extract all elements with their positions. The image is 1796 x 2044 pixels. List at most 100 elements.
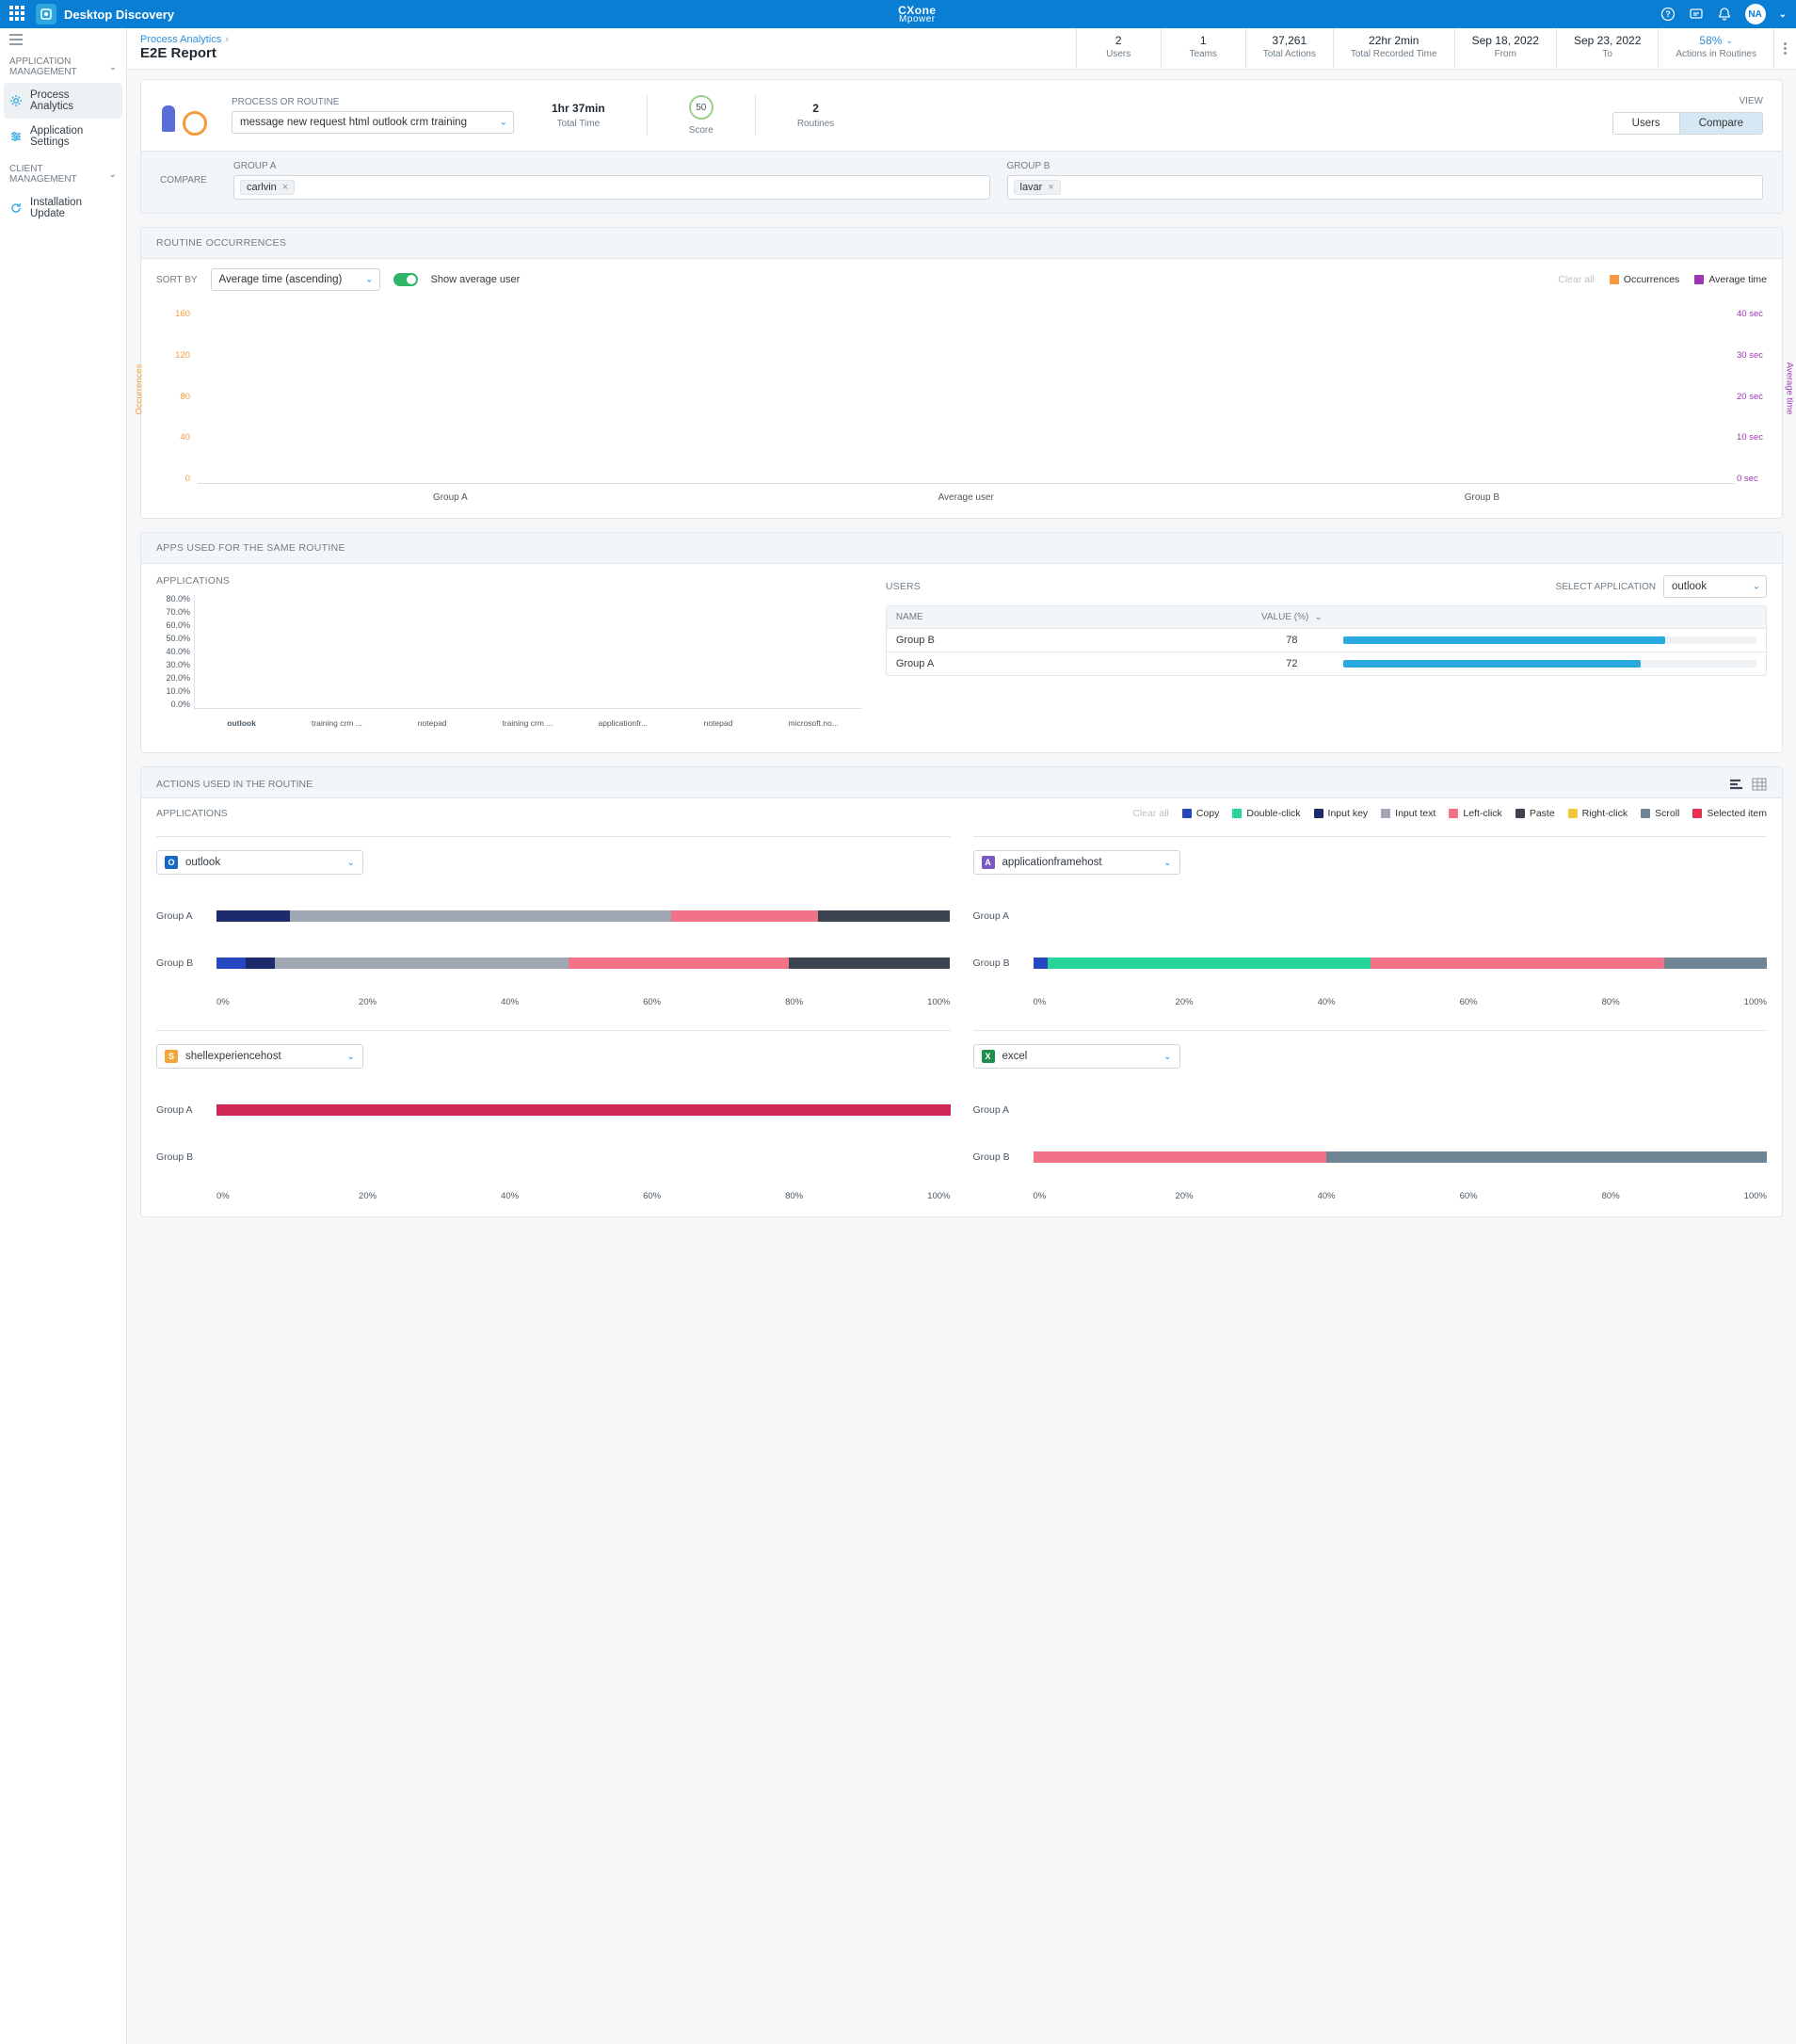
stack-row: Group B: [973, 958, 1768, 969]
summary-stat: 2Users: [1076, 28, 1161, 69]
legend-item[interactable]: Right-click: [1568, 808, 1628, 819]
users-table: NAME VALUE (%)⌄ Group B78Group A72: [886, 605, 1767, 676]
apps-used-card: APPS USED FOR THE SAME ROUTINE APPLICATI…: [140, 532, 1783, 753]
show-average-user-toggle[interactable]: [393, 273, 418, 286]
app-launcher-icon[interactable]: [9, 6, 26, 23]
app-title: Desktop Discovery: [64, 8, 174, 22]
app-select[interactable]: S shellexperiencehost ⌄: [156, 1044, 363, 1069]
summary-stat: Sep 23, 2022To: [1556, 28, 1658, 69]
user-avatar[interactable]: NA: [1745, 4, 1766, 24]
bar-chart-view-icon[interactable]: [1729, 777, 1744, 792]
sidebar-section-header[interactable]: CLIENT MANAGEMENT⌄: [0, 154, 126, 190]
sidebar-section-header[interactable]: APPLICATION MANAGEMENT⌄: [0, 47, 126, 83]
view-compare-button[interactable]: Compare: [1679, 113, 1762, 134]
toggle-label: Show average user: [431, 274, 521, 285]
stack-row: Group B: [973, 1151, 1768, 1163]
legend-item[interactable]: Double-click: [1232, 808, 1300, 819]
sidebar-item-label: Process Analytics: [30, 89, 113, 112]
feedback-icon[interactable]: [1689, 7, 1704, 22]
action-app-panel: A applicationframehost ⌄ Group AGroup B …: [973, 836, 1768, 1007]
illustration: [160, 96, 207, 136]
summary-stat: 22hr 2minTotal Recorded Time: [1333, 28, 1454, 69]
stat-routines: 2 Routines: [784, 102, 847, 129]
group-a-input[interactable]: carlvin×: [233, 175, 990, 200]
summary-stat: Sep 18, 2022From: [1454, 28, 1556, 69]
selector-card: PROCESS OR ROUTINE message new request h…: [140, 79, 1783, 214]
app-select[interactable]: A applicationframehost ⌄: [973, 850, 1180, 875]
col-name: NAME: [896, 612, 1241, 622]
remove-chip-icon[interactable]: ×: [282, 182, 288, 193]
routine-occurrences-card: ROUTINE OCCURRENCES SORT BY Average time…: [140, 227, 1783, 519]
action-app-panel: X excel ⌄ Group AGroup B 0%20%40%60%80%1…: [973, 1030, 1768, 1201]
legend-item[interactable]: Paste: [1515, 808, 1555, 819]
legend-item[interactable]: Left-click: [1449, 808, 1501, 819]
legend-item[interactable]: Input key: [1314, 808, 1369, 819]
pct-axis: 0%20%40%60%80%100%: [1034, 997, 1768, 1007]
table-row[interactable]: Group B78: [887, 628, 1766, 652]
stack-row: Group A: [156, 1104, 951, 1116]
summary-stat: 37,261Total Actions: [1245, 28, 1333, 69]
remove-chip-icon[interactable]: ×: [1048, 182, 1053, 193]
stack-row: Group A: [156, 910, 951, 922]
sidebar-item-installation-update[interactable]: Installation Update: [0, 190, 126, 226]
legend-occurrences[interactable]: Occurrences: [1610, 274, 1680, 285]
notifications-icon[interactable]: [1717, 7, 1732, 22]
sort-by-label: SORT BY: [156, 275, 198, 285]
stack-row: Group A: [973, 910, 1768, 922]
pct-axis: 0%20%40%60%80%100%: [216, 997, 951, 1007]
chip: carlvin×: [240, 180, 295, 195]
app-select[interactable]: O outlook ⌄: [156, 850, 363, 875]
view-users-button[interactable]: Users: [1613, 113, 1679, 134]
select-application[interactable]: outlook⌄: [1663, 575, 1767, 598]
collapse-sidebar-icon[interactable]: [0, 28, 126, 47]
page-title: E2E Report: [140, 45, 233, 61]
table-row[interactable]: Group A72: [887, 652, 1766, 675]
help-icon[interactable]: ?: [1660, 7, 1676, 22]
chevron-down-icon: ⌄: [1163, 858, 1171, 868]
chevron-down-icon: ⌄: [500, 118, 507, 128]
group-a-label: GROUP A: [233, 161, 990, 171]
selector-label: PROCESS OR ROUTINE: [232, 97, 514, 107]
stack-row: Group B: [156, 958, 951, 969]
view-label: VIEW: [1612, 96, 1763, 106]
applications-chart: 80.0%70.0%60.0%50.0%40.0%30.0%20.0%10.0%…: [156, 594, 865, 735]
sidebar-item-application-settings[interactable]: Application Settings: [0, 119, 126, 154]
group-b-label: GROUP B: [1007, 161, 1764, 171]
breadcrumb[interactable]: Process Analytics›: [140, 34, 233, 45]
process-select[interactable]: message new request html outlook crm tra…: [232, 111, 514, 134]
more-actions-icon[interactable]: [1773, 28, 1796, 69]
clear-all-link[interactable]: Clear all: [1558, 274, 1595, 285]
sort-by-select[interactable]: Average time (ascending)⌄: [211, 268, 380, 291]
app-select[interactable]: X excel ⌄: [973, 1044, 1180, 1069]
user-menu-chevron-icon[interactable]: ⌄: [1779, 9, 1787, 20]
table-view-icon[interactable]: [1752, 777, 1767, 792]
sidebar-item-process-analytics[interactable]: Process Analytics: [4, 83, 122, 119]
legend-item[interactable]: Scroll: [1641, 808, 1679, 819]
pct-axis: 0%20%40%60%80%100%: [216, 1191, 951, 1201]
chevron-down-icon: ⌄: [347, 858, 355, 868]
card-title: ROUTINE OCCURRENCES: [141, 228, 1782, 259]
clear-all-link[interactable]: Clear all: [1132, 808, 1169, 819]
group-b-input[interactable]: lavar×: [1007, 175, 1764, 200]
chevron-down-icon: ⌄: [365, 275, 373, 285]
refresh-icon: [9, 201, 23, 215]
col-value[interactable]: VALUE (%)⌄: [1240, 612, 1343, 622]
legend-avg-time[interactable]: Average time: [1694, 274, 1767, 285]
sliders-icon: [9, 130, 23, 143]
legend-item[interactable]: Copy: [1182, 808, 1220, 819]
actions-used-card: ACTIONS USED IN THE ROUTINE APPLICATIONS…: [140, 766, 1783, 1217]
select-application-label: SELECT APPLICATION: [1556, 582, 1656, 592]
summary-stat[interactable]: 58% ⌄Actions in Routines: [1658, 28, 1773, 69]
chevron-down-icon: ⌄: [1163, 1052, 1171, 1062]
legend-item[interactable]: Selected item: [1692, 808, 1767, 819]
routine-occurrences-chart: Occurrences Average time 16012080400 40 …: [141, 301, 1782, 518]
legend-item[interactable]: Input text: [1381, 808, 1435, 819]
brand-logo: CXoneMpower: [174, 5, 1660, 24]
compare-label: COMPARE: [160, 175, 216, 185]
stat-total-time: 1hr 37min Total Time: [538, 102, 618, 129]
chevron-down-icon: ⌄: [109, 169, 117, 180]
chevron-down-icon: ⌄: [109, 62, 117, 72]
chevron-down-icon: ⌄: [1314, 612, 1322, 622]
chevron-down-icon: ⌄: [347, 1052, 355, 1062]
action-app-panel: S shellexperiencehost ⌄ Group AGroup B 0…: [156, 1030, 951, 1201]
